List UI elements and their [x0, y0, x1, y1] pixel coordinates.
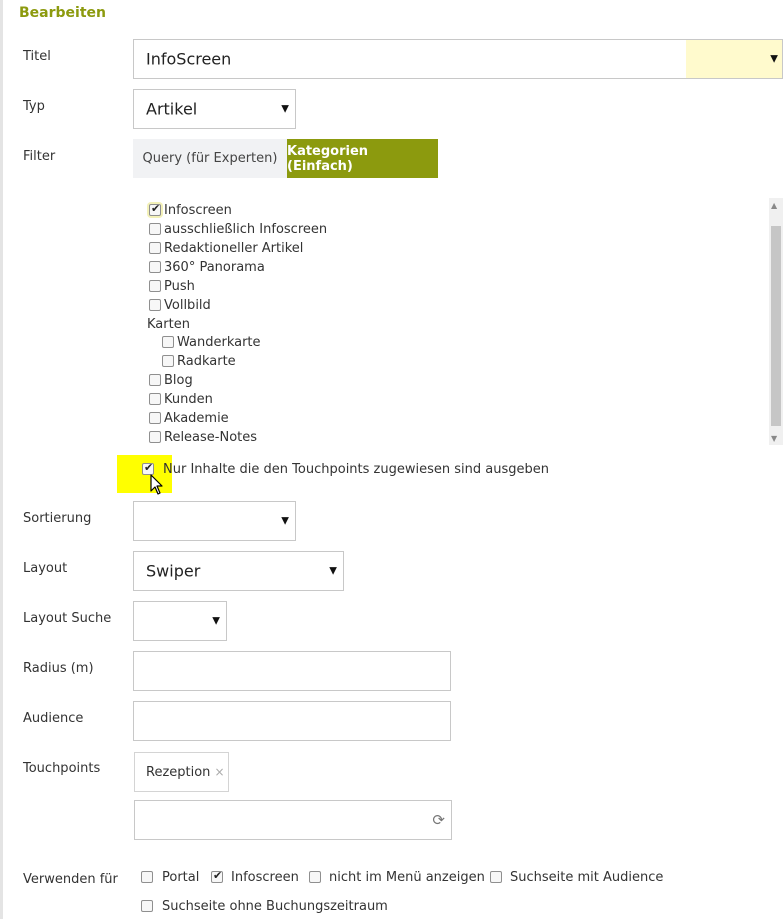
caret-down-icon: ▼: [281, 515, 289, 527]
sortierung-select[interactable]: ▼: [133, 501, 296, 541]
use-option-label: nicht im Menü anzeigen: [329, 870, 485, 885]
category-label: Release-Notes: [164, 430, 258, 445]
category-scrollbar[interactable]: ▲ ▼: [769, 198, 783, 445]
category-checkbox-akademie[interactable]: [149, 412, 161, 424]
dialog-title: Bearbeiten: [19, 5, 106, 21]
use-checkbox-suchseite-ohne-buchungszeitraum[interactable]: [141, 900, 153, 912]
category-group-karten: Karten: [147, 317, 190, 332]
typ-value: Artikel: [146, 99, 198, 119]
touchpoint-tag-rezeption: Rezeption ×: [134, 752, 229, 792]
category-checkbox-release-notes[interactable]: [149, 431, 161, 443]
typ-select[interactable]: Artikel ▼: [133, 89, 296, 129]
titel-label: Titel: [23, 49, 51, 64]
tab-query-experts[interactable]: Query (für Experten): [133, 139, 287, 178]
tab-categories-simple[interactable]: Kategorien (Einfach): [287, 139, 438, 178]
scroll-up-icon[interactable]: ▲: [771, 201, 777, 210]
category-checkbox-infoscreen[interactable]: [149, 202, 161, 216]
scroll-thumb[interactable]: [771, 226, 781, 426]
audience-input[interactable]: [133, 701, 451, 741]
remove-tag-icon[interactable]: ×: [214, 765, 224, 779]
layout-suche-select[interactable]: ▼: [133, 601, 227, 641]
titel-input[interactable]: InfoScreen: [133, 39, 687, 79]
sortierung-label: Sortierung: [23, 511, 92, 526]
layout-suche-label: Layout Suche: [23, 611, 112, 626]
category-label: Push: [164, 279, 195, 294]
category-checkbox-360-panorama[interactable]: [149, 261, 161, 273]
category-label: Redaktioneller Artikel: [164, 241, 304, 256]
category-checkbox-kunden[interactable]: [149, 393, 161, 405]
category-label: 360° Panorama: [164, 260, 265, 275]
category-label: Infoscreen: [164, 203, 232, 218]
mouse-pointer-icon: [150, 474, 163, 495]
filter-label: Filter: [23, 149, 56, 164]
category-checkbox-push[interactable]: [149, 280, 161, 292]
category-label: Blog: [164, 373, 193, 388]
use-checkbox-portal[interactable]: [141, 871, 153, 883]
category-checkbox-radkarte[interactable]: [162, 355, 174, 367]
touchpoints-only-label: Nur Inhalte die den Touchpoints zugewies…: [163, 462, 549, 477]
category-label: Radkarte: [177, 354, 236, 369]
audience-label: Audience: [23, 711, 84, 726]
touchpoints-label: Touchpoints: [23, 761, 101, 776]
radius-input[interactable]: [133, 651, 451, 691]
use-option-label: Suchseite ohne Buchungszeitraum: [162, 899, 388, 914]
caret-down-icon: ▼: [329, 565, 337, 577]
category-label: Wanderkarte: [177, 335, 261, 350]
use-checkbox-nicht-im-menue[interactable]: [309, 871, 321, 883]
use-option-label: Suchseite mit Audience: [510, 870, 664, 885]
refresh-icon[interactable]: ⟳: [432, 811, 445, 829]
titel-color-picker[interactable]: ▼: [686, 39, 783, 79]
use-checkbox-infoscreen[interactable]: [211, 869, 223, 883]
layout-select[interactable]: Swiper ▼: [133, 551, 344, 591]
layout-value: Swiper: [146, 561, 201, 581]
caret-down-icon: ▼: [281, 103, 289, 115]
category-checkbox-vollbild[interactable]: [149, 299, 161, 311]
window-edge: [0, 0, 3, 919]
typ-label: Typ: [23, 99, 45, 114]
category-checkbox-ausschliesslich-infoscreen[interactable]: [149, 223, 161, 235]
category-checkbox-redaktioneller-artikel[interactable]: [149, 242, 161, 254]
use-checkbox-suchseite-mit-audience[interactable]: [490, 871, 502, 883]
category-label: Vollbild: [164, 298, 211, 313]
category-label: Akademie: [164, 411, 229, 426]
touchpoint-tag-label: Rezeption: [146, 764, 211, 780]
use-option-label: Infoscreen: [231, 870, 299, 885]
use-option-label: Portal: [162, 870, 200, 885]
titel-value: InfoScreen: [146, 49, 232, 69]
category-checkbox-blog[interactable]: [149, 374, 161, 386]
category-checkbox-wanderkarte[interactable]: [162, 336, 174, 348]
verwenden-fuer-label: Verwenden für: [23, 872, 118, 887]
caret-down-icon: ▼: [212, 615, 220, 627]
scroll-down-icon[interactable]: ▼: [771, 434, 777, 443]
category-label: Kunden: [164, 392, 213, 407]
layout-label: Layout: [23, 561, 68, 576]
radius-label: Radius (m): [23, 661, 94, 676]
touchpoints-search-input[interactable]: ⟳: [134, 800, 452, 840]
caret-down-icon: ▼: [770, 53, 778, 65]
category-label: ausschließlich Infoscreen: [164, 222, 328, 237]
